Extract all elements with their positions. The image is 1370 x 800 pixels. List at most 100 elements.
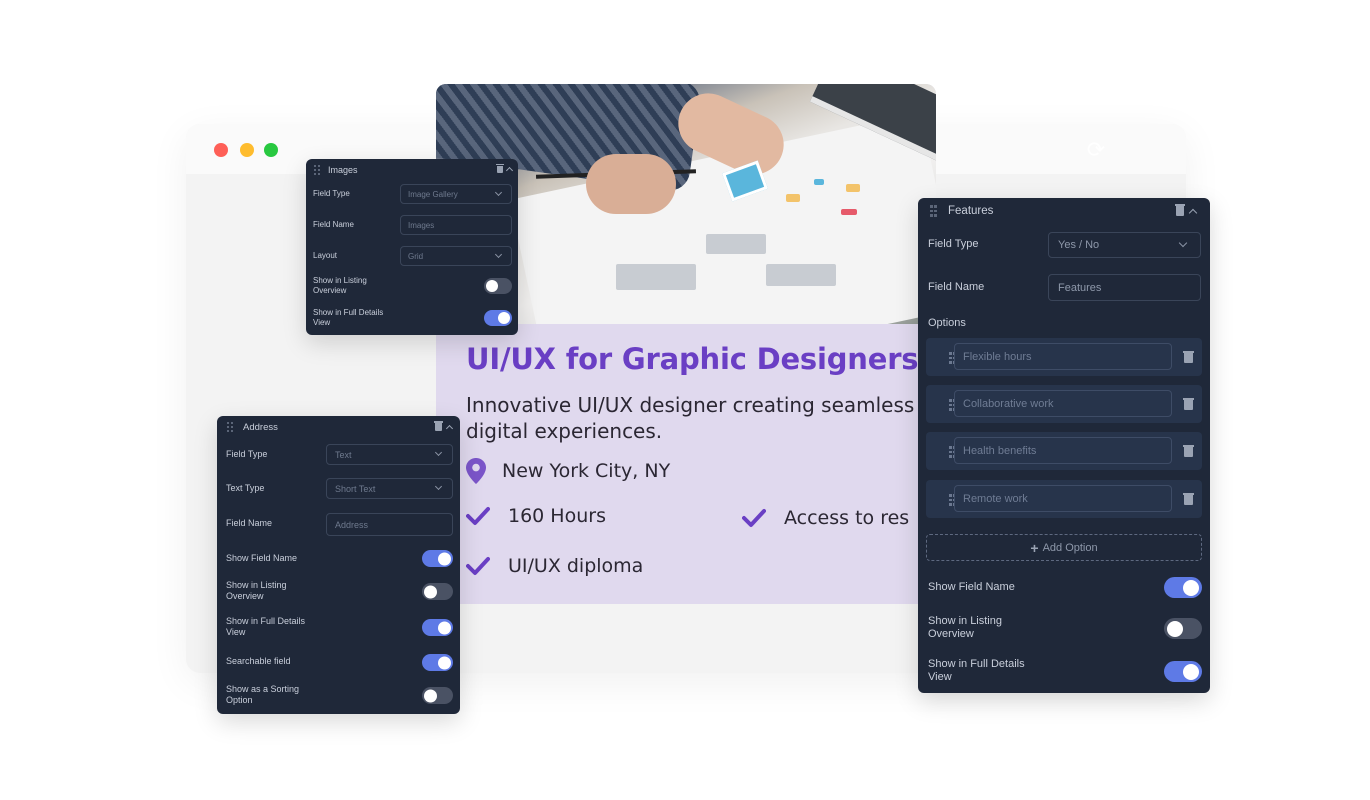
feature-text: Access to res bbox=[784, 507, 910, 529]
input-value: Features bbox=[1058, 281, 1102, 294]
option-row: Remote work bbox=[926, 480, 1202, 518]
trash-icon[interactable] bbox=[496, 163, 504, 173]
toggle-label: Show in Listing Overview bbox=[313, 276, 367, 295]
toggle-knob bbox=[1183, 579, 1199, 596]
drag-handle-icon[interactable] bbox=[314, 165, 320, 175]
searchable-field-toggle[interactable] bbox=[422, 654, 453, 671]
wireframe-sketch bbox=[616, 264, 696, 290]
feature-item: 160 Hours bbox=[466, 505, 606, 527]
toggle-label: Show as a Sorting Option bbox=[226, 684, 300, 705]
show-in-listing-toggle[interactable] bbox=[1164, 618, 1202, 639]
feature-item: Access to res bbox=[742, 507, 909, 529]
option-row: Collaborative work bbox=[926, 385, 1202, 423]
toggle-knob bbox=[1167, 620, 1183, 637]
trash-icon[interactable] bbox=[1183, 351, 1194, 363]
text-type-select[interactable]: Short Text bbox=[326, 478, 453, 499]
select-value: Short Text bbox=[335, 483, 376, 494]
select-value: Image Gallery bbox=[408, 189, 458, 199]
option-input[interactable]: Collaborative work bbox=[954, 390, 1172, 417]
toggle-knob bbox=[438, 552, 451, 565]
field-name-input[interactable]: Images bbox=[400, 215, 512, 235]
chevron-down-icon bbox=[434, 482, 443, 491]
toggle-knob bbox=[498, 312, 510, 324]
toggle-label: Show Field Name bbox=[928, 581, 1015, 593]
input-value: Address bbox=[335, 519, 369, 530]
close-window-button[interactable] bbox=[214, 143, 228, 157]
trash-icon[interactable] bbox=[1175, 204, 1185, 216]
field-label: Field Name bbox=[928, 281, 985, 293]
toggle-label: Searchable field bbox=[226, 656, 291, 666]
toggle-knob bbox=[486, 280, 498, 292]
chevron-up-icon[interactable] bbox=[505, 166, 514, 175]
drag-handle-icon[interactable] bbox=[227, 422, 233, 432]
show-in-listing-toggle[interactable] bbox=[484, 278, 512, 294]
feature-text: 160 Hours bbox=[508, 505, 606, 527]
show-in-full-details-toggle[interactable] bbox=[1164, 661, 1202, 682]
select-value: Text bbox=[335, 449, 352, 460]
show-in-full-details-toggle[interactable] bbox=[422, 619, 453, 636]
option-value: Collaborative work bbox=[963, 397, 1054, 410]
features-field-panel: Features Field Type Yes / No Field Name … bbox=[918, 198, 1210, 693]
wireframe-sketch bbox=[706, 234, 766, 254]
trash-icon[interactable] bbox=[1183, 445, 1194, 457]
chevron-down-icon bbox=[1178, 238, 1188, 248]
field-name-input[interactable]: Address bbox=[326, 513, 453, 536]
panel-title: Images bbox=[328, 165, 358, 175]
wireframe-sketch bbox=[786, 194, 800, 202]
trash-icon[interactable] bbox=[1183, 493, 1194, 505]
check-icon bbox=[742, 509, 766, 527]
course-location: New York City, NY bbox=[466, 458, 670, 484]
add-option-button[interactable]: + Add Option bbox=[926, 534, 1202, 561]
panel-header: Features bbox=[918, 198, 1210, 224]
field-type-select[interactable]: Image Gallery bbox=[400, 184, 512, 204]
check-icon bbox=[466, 507, 490, 525]
show-in-listing-toggle[interactable] bbox=[422, 583, 453, 600]
chevron-down-icon bbox=[434, 448, 443, 457]
chevron-down-icon bbox=[494, 250, 503, 259]
panel-header: Address bbox=[217, 416, 460, 438]
layout-select[interactable]: Grid bbox=[400, 246, 512, 266]
field-label: Field Name bbox=[313, 220, 354, 229]
toggle-label: Show in Listing Overview bbox=[226, 580, 287, 601]
toggle-label: Show in Full Details View bbox=[226, 616, 306, 637]
chevron-up-icon[interactable] bbox=[445, 424, 454, 433]
field-label: Layout bbox=[313, 251, 338, 260]
toggle-label: Show Field Name bbox=[226, 553, 298, 563]
trash-icon[interactable] bbox=[434, 421, 443, 431]
field-type-select[interactable]: Yes / No bbox=[1048, 232, 1201, 258]
option-row: Health benefits bbox=[926, 432, 1202, 470]
toggle-label: Show in Listing Overview bbox=[928, 615, 1002, 640]
minimize-window-button[interactable] bbox=[240, 143, 254, 157]
address-field-panel: Address Field Type Text Text Type Short … bbox=[217, 416, 460, 714]
feature-text: UI/UX diploma bbox=[508, 555, 644, 577]
chevron-down-icon bbox=[494, 188, 503, 197]
field-label: Field Type bbox=[928, 238, 979, 250]
toggle-knob bbox=[438, 656, 451, 669]
maximize-window-button[interactable] bbox=[264, 143, 278, 157]
show-in-full-details-toggle[interactable] bbox=[484, 310, 512, 326]
sorting-option-toggle[interactable] bbox=[422, 687, 453, 704]
field-label: Text Type bbox=[226, 483, 265, 493]
option-input[interactable]: Health benefits bbox=[954, 437, 1172, 464]
chevron-up-icon[interactable] bbox=[1188, 208, 1198, 218]
panel-title: Address bbox=[243, 421, 278, 433]
option-value: Health benefits bbox=[963, 444, 1037, 457]
plus-icon: + bbox=[1030, 539, 1039, 556]
select-value: Grid bbox=[408, 251, 424, 261]
trash-icon[interactable] bbox=[1183, 398, 1194, 410]
location-text: New York City, NY bbox=[502, 460, 671, 482]
option-input[interactable]: Flexible hours bbox=[954, 343, 1172, 370]
panel-title: Features bbox=[948, 205, 994, 217]
show-field-name-toggle[interactable] bbox=[422, 550, 453, 567]
course-title: UI/UX for Graphic Designers bbox=[466, 342, 919, 376]
field-name-input[interactable]: Features bbox=[1048, 274, 1201, 301]
show-field-name-toggle[interactable] bbox=[1164, 577, 1202, 598]
drag-handle-icon[interactable] bbox=[930, 205, 937, 217]
field-type-select[interactable]: Text bbox=[326, 444, 453, 465]
panel-header: Images bbox=[306, 159, 518, 181]
hand bbox=[586, 154, 676, 214]
option-row: Flexible hours bbox=[926, 338, 1202, 376]
option-input[interactable]: Remote work bbox=[954, 485, 1172, 512]
wireframe-sketch bbox=[814, 179, 824, 185]
refresh-icon[interactable]: ⟳ bbox=[1084, 138, 1108, 162]
